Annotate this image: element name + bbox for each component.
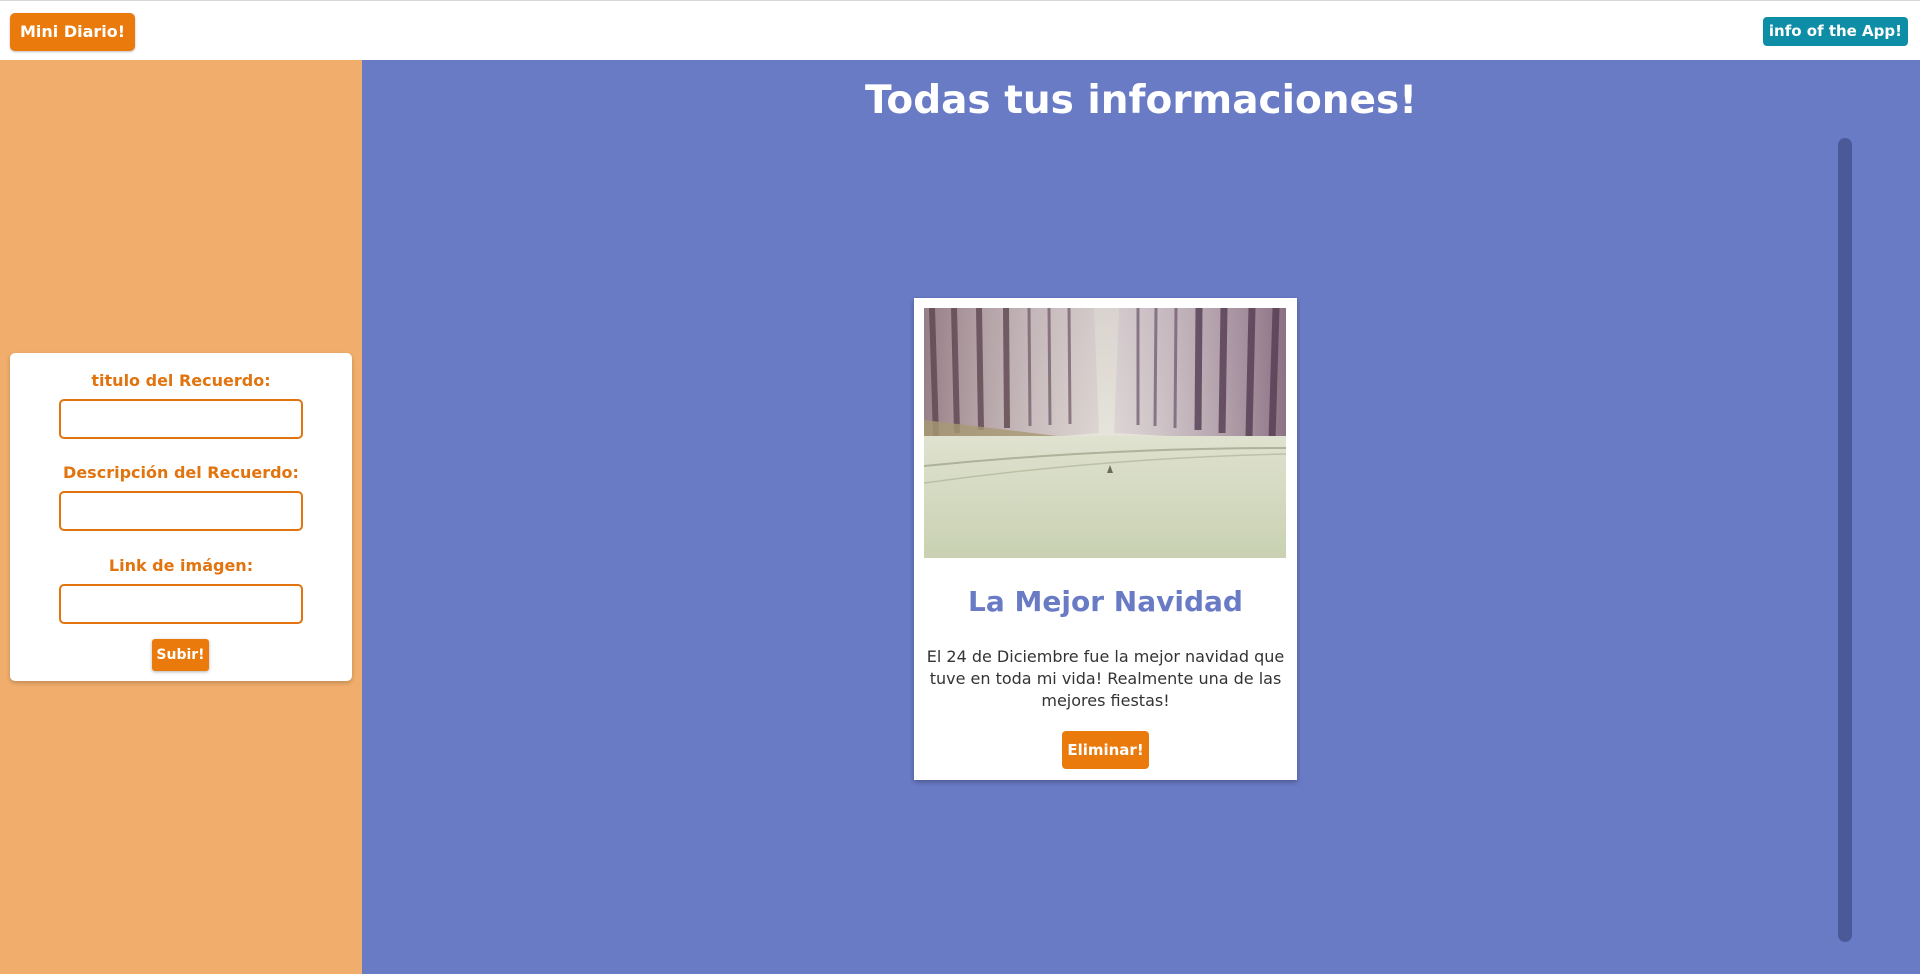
description-input[interactable] <box>59 491 303 531</box>
page-title-text: Todas tus informaciones! <box>864 78 1418 123</box>
brand-button[interactable]: Mini Diario! <box>10 13 136 51</box>
page-title: Todas tus informaciones! <box>362 78 1920 123</box>
title-field-label: titulo del Recuerdo: <box>91 371 271 390</box>
image-link-field-label: Link de imágen: <box>108 556 254 575</box>
delete-button[interactable]: Eliminar! <box>1062 731 1149 769</box>
memory-description: El 24 de Diciembre fue la mejor navidad … <box>926 647 1285 710</box>
description-field-label: Descripción del Recuerdo: <box>63 463 299 482</box>
app-info-button[interactable]: info of the App! <box>1762 17 1908 46</box>
scrollbar[interactable] <box>1838 138 1852 942</box>
memory-card: La Mejor Navidad El 24 de Diciembre fue … <box>914 298 1297 780</box>
memory-title: La Mejor Navidad <box>968 585 1243 618</box>
submit-button[interactable]: Subir! <box>152 639 209 671</box>
sidebar: titulo del Recuerdo: Descripción del Rec… <box>0 60 362 974</box>
image-link-input[interactable] <box>59 584 303 624</box>
new-memory-form: titulo del Recuerdo: Descripción del Rec… <box>10 353 352 681</box>
top-navbar: Mini Diario! info of the App! <box>0 0 1920 60</box>
memories-panel: Todas tus informaciones! La Mejor Navida… <box>362 60 1920 974</box>
misty-forest-road-photo <box>924 308 1286 558</box>
title-input[interactable] <box>59 399 303 439</box>
